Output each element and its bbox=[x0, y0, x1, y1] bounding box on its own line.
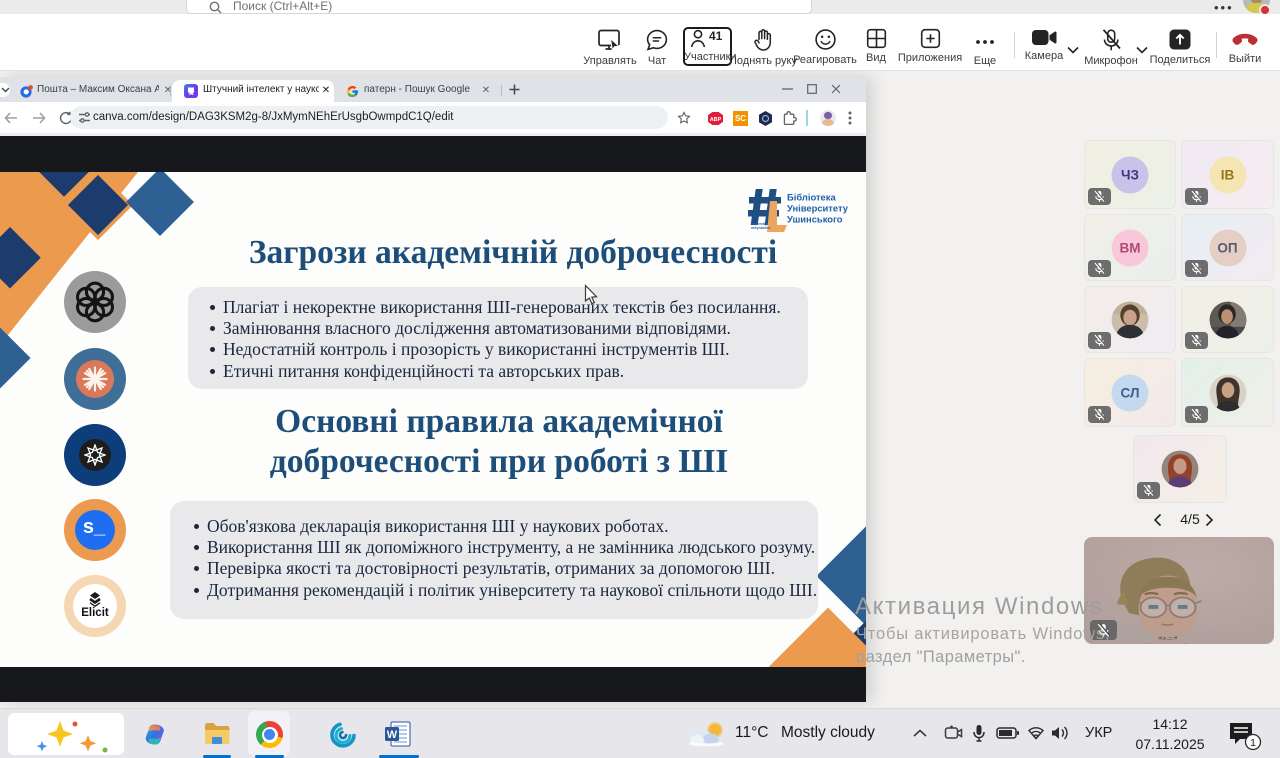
svg-text:1: 1 bbox=[1250, 737, 1256, 749]
svg-text:W: W bbox=[387, 729, 398, 741]
svg-text:Бібліотека: Бібліотека bbox=[787, 192, 836, 203]
svg-text:ushynskoho: ushynskoho bbox=[751, 226, 770, 230]
svg-text:Ушинського: Ушинського bbox=[787, 214, 843, 225]
svg-text:ABP: ABP bbox=[710, 117, 722, 123]
svg-text:Університету: Університету bbox=[787, 203, 849, 214]
